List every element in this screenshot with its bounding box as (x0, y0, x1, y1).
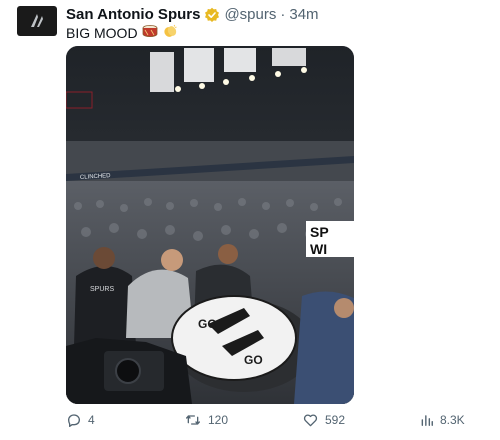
separator-dot: · (280, 6, 286, 23)
tweet-text: BIG MOOD (66, 24, 178, 42)
drum-text-bottom: GO (244, 353, 263, 367)
tweet: San Antonio Spurs @spurs · 34m BIG MOOD (0, 0, 500, 440)
reply-count: 4 (88, 413, 95, 427)
jersey-text: SPURS (90, 286, 114, 293)
like-count: 592 (325, 413, 346, 427)
tweet-header: San Antonio Spurs @spurs · 34m (66, 5, 319, 25)
drum-emoji-icon (142, 24, 158, 42)
views-button[interactable]: 8.3K (420, 412, 465, 428)
retweet-icon (186, 415, 200, 425)
heart-icon (303, 414, 318, 427)
reply-icon (68, 414, 80, 427)
avatar[interactable] (17, 6, 57, 36)
tweet-text-content: BIG MOOD (66, 25, 138, 41)
like-button[interactable]: 592 (302, 412, 345, 428)
reply-button[interactable]: 4 (66, 412, 95, 428)
retweet-count: 120 (208, 413, 229, 427)
timestamp[interactable]: 34m (289, 5, 318, 25)
tweet-media-photo[interactable]: CLINCHED SP WI SPURS GO GO (66, 46, 354, 404)
banner-text-1: SP (310, 224, 329, 240)
arena-crowd-image: CLINCHED SP WI SPURS GO GO (66, 46, 354, 404)
drum-text-top: GO (198, 317, 217, 331)
spurs-logo-icon (31, 14, 43, 27)
verified-badge-icon (204, 7, 220, 23)
views-chart-icon (421, 415, 433, 426)
author-handle[interactable]: @spurs (224, 5, 276, 25)
view-count: 8.3K (440, 413, 465, 427)
retweet-button[interactable]: 120 (184, 412, 228, 428)
tweet-actions: 4 120 592 8.3K (0, 410, 500, 434)
clapping-hands-emoji-icon (162, 24, 178, 42)
author-name[interactable]: San Antonio Spurs (66, 5, 200, 25)
banner-text-2: WI (310, 241, 327, 257)
